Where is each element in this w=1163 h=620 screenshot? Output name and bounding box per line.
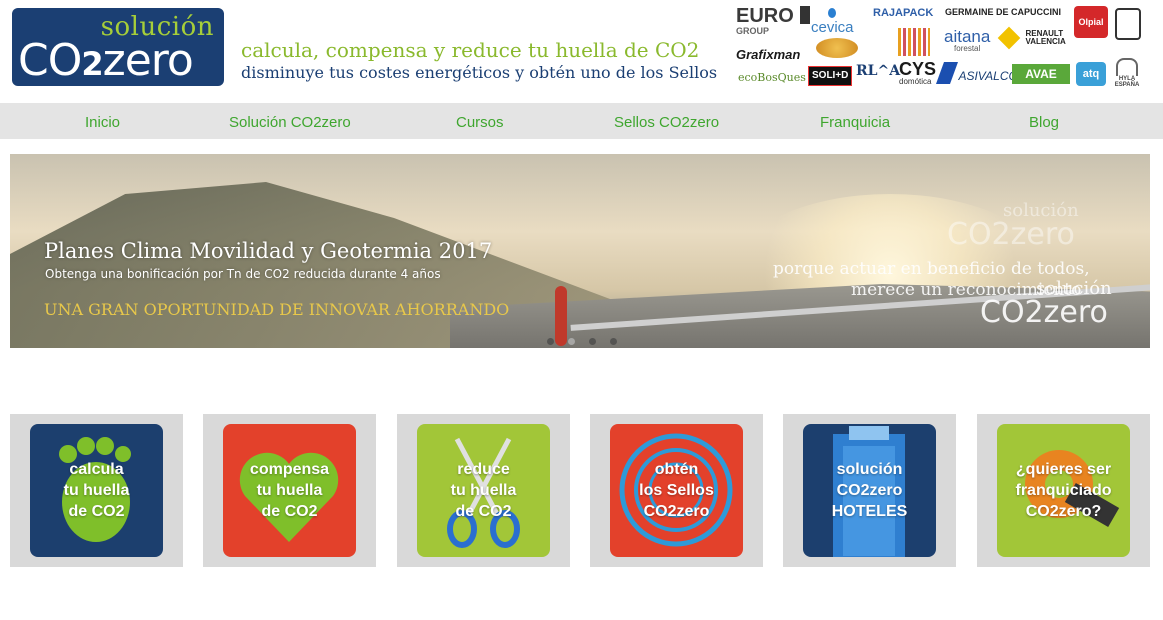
sponsor-germaine: GERMAINE DE CAPUCCINI [945, 7, 1062, 17]
nav-item-sellos[interactable]: Sellos CO2zero [614, 114, 719, 131]
hero-cta-text: UNA GRAN OPORTUNIDAD DE INNOVAR AHORRAND… [44, 300, 510, 319]
tile-calcula[interactable]: calcula tu huella de CO2 [10, 414, 183, 567]
hero-watermark-logo: solución CO2zero [980, 278, 1112, 330]
logo-main-text: CO2zero [18, 35, 194, 86]
slider-dots [547, 330, 631, 348]
nav-item-blog[interactable]: Blog [1029, 114, 1059, 131]
sponsor-bars [898, 28, 930, 56]
sponsor-cevica: cevica [811, 8, 854, 36]
tile-franquicia-image[interactable]: ¿quieres ser franquiciado CO2zero? [997, 424, 1130, 557]
slogan-line-2: disminuye tus costes energéticos y obtén… [241, 63, 718, 82]
sponsor-eurogroup: EURO GROUP [736, 6, 811, 36]
slider-dot-active[interactable] [568, 338, 575, 345]
tile-sellos[interactable]: obtén los Sellos CO2zero [590, 414, 763, 567]
sponsor-observatorio [816, 38, 858, 58]
slider-dot[interactable] [589, 338, 596, 345]
nav-item-inicio[interactable]: Inicio [85, 114, 120, 131]
tile-reduce-label: reduce tu huella de CO2 [450, 461, 517, 520]
sponsor-rla: RL^A [856, 63, 901, 79]
sponsor-grafixman: Grafixman [736, 47, 801, 62]
hero-subtitle: Obtenga una bonificación por Tn de CO2 r… [45, 267, 441, 281]
tile-compensa-image[interactable]: compensa tu huella de CO2 [223, 424, 356, 557]
slider-dot[interactable] [610, 338, 617, 345]
tile-reduce[interactable]: reduce tu huella de CO2 [397, 414, 570, 567]
header-slogan: calcula, compensa y reduce tu huella de … [241, 38, 717, 84]
hero-watermark-logo-faded: solución CO2zero [947, 200, 1079, 252]
tile-compensa-label: compensa tu huella de CO2 [249, 461, 330, 520]
tile-hoteles-image[interactable]: solución CO2zero HOTELES [803, 424, 936, 557]
sponsor-emblem [1115, 8, 1141, 40]
nav-item-franquicia[interactable]: Franquicia [820, 114, 890, 131]
brand-logo[interactable]: solución CO2zero [12, 8, 224, 86]
tile-franquicia[interactable]: ¿quieres ser franquiciado CO2zero? [977, 414, 1150, 567]
slider-dot[interactable] [547, 338, 554, 345]
sponsor-atq: atq [1076, 62, 1106, 86]
tile-compensa[interactable]: compensa tu huella de CO2 [203, 414, 376, 567]
sponsor-aitana: aitana forestal [944, 27, 991, 53]
tile-hoteles[interactable]: solución CO2zero HOTELES [783, 414, 956, 567]
sponsor-cys: CYS domótica [899, 59, 937, 86]
hero-title: Planes Clima Movilidad y Geotermia 2017 [44, 239, 493, 263]
nav-item-cursos[interactable]: Cursos [456, 114, 504, 131]
tile-reduce-image[interactable]: reduce tu huella de CO2 [417, 424, 550, 557]
tile-franquicia-label: ¿quieres ser franquiciado CO2zero? [1015, 461, 1112, 520]
sponsor-solid: SOLI+D [808, 66, 853, 86]
sponsor-rajapack: RAJAPACK [873, 7, 934, 19]
sponsor-hyla: HYLA ESPAÑA [1114, 58, 1140, 88]
tile-sellos-label: obtén los Sellos CO2zero [639, 461, 714, 520]
main-nav: Inicio Solución CO2zero Cursos Sellos CO… [0, 103, 1163, 139]
hero-slider[interactable]: Planes Clima Movilidad y Geotermia 2017 … [10, 154, 1150, 348]
tile-calcula-label: calcula tu huella de CO2 [63, 461, 130, 520]
sponsor-asivalco: ASIVALCO [935, 62, 1018, 84]
tile-hoteles-label: solución CO2zero HOTELES [831, 461, 908, 520]
sponsor-ecobosques: ecoBosQues [738, 71, 806, 84]
nav-item-solucion[interactable]: Solución CO2zero [229, 114, 351, 131]
slogan-line-1: calcula, compensa y reduce tu huella de … [241, 38, 700, 62]
tile-sellos-image[interactable]: obtén los Sellos CO2zero [610, 424, 743, 557]
sponsor-renault: RENAULT VALENCIA [997, 26, 1087, 50]
sponsor-logos: EURO GROUP cevica RAJAPACK GERMAINE DE C… [736, 4, 1146, 90]
tile-calcula-image[interactable]: calcula tu huella de CO2 [30, 424, 163, 557]
sponsor-avae: AVAE [1012, 64, 1070, 84]
